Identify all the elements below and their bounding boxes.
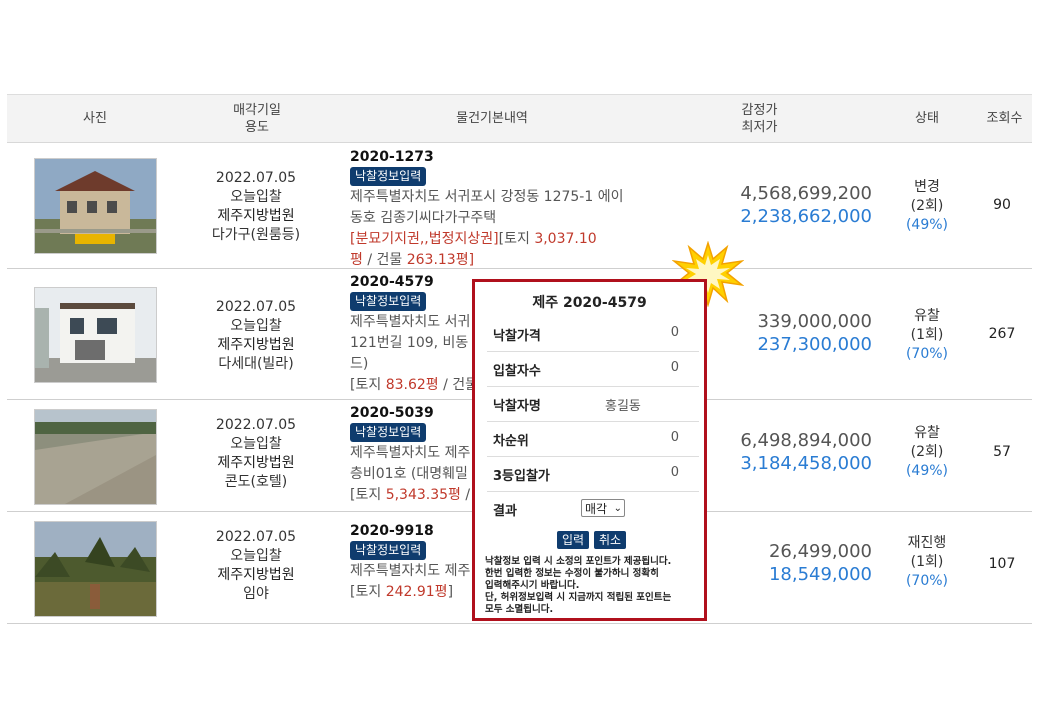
minimum-price: 18,549,000	[768, 564, 872, 585]
appraisal-price: 339,000,000	[757, 311, 872, 332]
status-cell: 재진행 (1회) (70%)	[905, 535, 949, 589]
header-date-usage: 매각기일 용도	[233, 102, 281, 135]
appraisal-price: 6,498,894,000	[740, 430, 872, 451]
case-number[interactable]: 2020-1273	[350, 149, 650, 166]
second-rank-input[interactable]: 0	[671, 430, 679, 445]
minimum-price: 3,184,458,000	[740, 453, 872, 474]
bid-info-input-button[interactable]: 낙찰정보입력	[350, 292, 427, 311]
status-cell: 변경 (2회) (49%)	[905, 179, 949, 233]
appraisal-price: 4,568,699,200	[740, 183, 872, 204]
property-photo[interactable]	[34, 158, 157, 254]
submit-button[interactable]: 입력	[557, 531, 590, 549]
field-winner-name[interactable]: 낙찰자명 홍길동	[487, 386, 699, 422]
minimum-price: 237,300,000	[757, 334, 872, 355]
header-photo: 사진	[83, 111, 107, 126]
view-count: 107	[988, 556, 1016, 572]
date-usage-cell: 2022.07.05 오늘입찰 제주지방법원 다세대(빌라)	[215, 299, 297, 372]
view-count: 90	[993, 197, 1011, 213]
property-photo[interactable]	[34, 287, 157, 383]
bid-info-input-button[interactable]: 낙찰정보입력	[350, 167, 427, 186]
header-views: 조회수	[986, 111, 1023, 126]
bid-info-popup: 제주 2020-4579 낙찰가격 0 입찰자수 0 낙찰자명 홍길동 차순위 …	[472, 279, 707, 621]
field-bidder-count[interactable]: 입찰자수 0	[487, 351, 699, 387]
minimum-price: 2,238,662,000	[740, 206, 872, 227]
chevron-down-icon: ⌄	[613, 503, 622, 514]
property-photo[interactable]	[34, 521, 157, 617]
view-count: 57	[993, 444, 1011, 460]
popup-title: 제주 2020-4579	[532, 295, 647, 311]
date-usage-cell: 2022.07.05 오늘입찰 제주지방법원 콘도(호텔)	[215, 417, 297, 490]
property-info: 2020-1273 낙찰정보입력 제주특별자치도 서귀포시 강정동 1275-1…	[350, 149, 650, 271]
status-cell: 유찰 (1회) (70%)	[905, 308, 949, 362]
bid-info-input-button[interactable]: 낙찰정보입력	[350, 423, 427, 442]
result-select[interactable]: 매각 ⌄	[581, 499, 625, 517]
header-info: 물건기본내역	[456, 111, 528, 126]
price-cell: 4,568,699,200 2,238,662,000	[722, 182, 872, 228]
header-price: 감정가 최저가	[741, 102, 778, 135]
field-winning-price[interactable]: 낙찰가격 0	[487, 316, 699, 352]
field-third-bid[interactable]: 3등입찰가 0	[487, 456, 699, 492]
area-info: [분묘기지권,,법정지상권][토지 3,037.10 평 / 건물 263.13평…	[350, 231, 597, 268]
winning-price-input[interactable]: 0	[671, 325, 679, 340]
price-cell: 26,499,000 18,549,000	[722, 540, 872, 586]
bid-info-input-button[interactable]: 낙찰정보입력	[350, 541, 427, 560]
property-photo[interactable]	[34, 409, 157, 505]
view-count: 267	[988, 326, 1016, 342]
table-row[interactable]: 2022.07.05 오늘입찰 제주지방법원 다가구(원룸등) 2020-127…	[7, 142, 1032, 269]
date-usage-cell: 2022.07.05 오늘입찰 제주지방법원 임야	[215, 529, 297, 602]
cancel-button[interactable]: 취소	[594, 531, 627, 549]
table-header: 사진 매각기일 용도 물건기본내역 감정가 최저가 상태 조회수	[7, 94, 1032, 143]
field-result: 결과 매각 ⌄	[487, 491, 699, 526]
status-cell: 유찰 (2회) (49%)	[905, 425, 949, 479]
bidder-count-input[interactable]: 0	[671, 360, 679, 375]
winner-name-input[interactable]: 홍길동	[605, 395, 641, 414]
address[interactable]: 제주특별자치도 서귀포시 강정동 1275-1 에이 동호 김종기씨다가구주택	[350, 187, 650, 229]
date-usage-cell: 2022.07.05 오늘입찰 제주지방법원 다가구(원룸등)	[211, 170, 301, 243]
popup-notice: 낙찰정보 입력 시 소정의 포인트가 제공됩니다. 한번 입력한 정보는 수정이…	[485, 556, 672, 615]
price-cell: 6,498,894,000 3,184,458,000	[722, 429, 872, 475]
header-status: 상태	[915, 111, 939, 126]
field-second-rank[interactable]: 차순위 0	[487, 421, 699, 457]
appraisal-price: 26,499,000	[768, 541, 872, 562]
price-cell: 339,000,000 237,300,000	[722, 310, 872, 356]
third-bid-input[interactable]: 0	[671, 465, 679, 480]
